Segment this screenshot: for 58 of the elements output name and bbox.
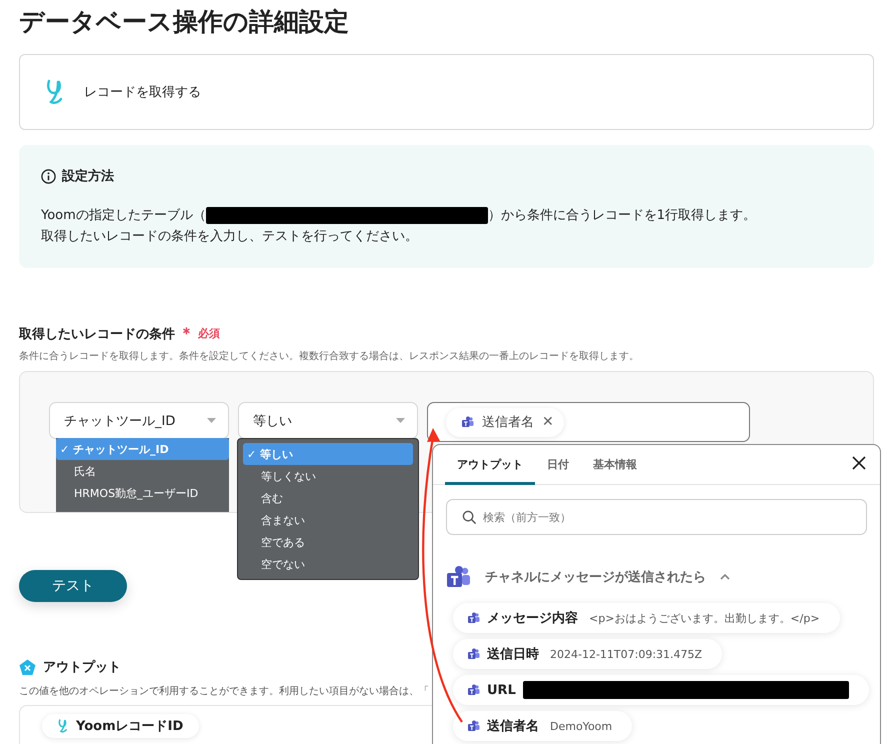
field-select[interactable]: チャットツール_ID (49, 402, 229, 439)
test-button[interactable]: テスト (19, 570, 127, 602)
output-variable-item[interactable]: 送信者名 DemoYoom (453, 711, 632, 741)
value-field[interactable]: 送信者名 ✕ (427, 402, 750, 442)
dropdown-option[interactable]: 含む (243, 487, 413, 509)
teams-icon (447, 565, 471, 589)
required-text: 必須 (198, 326, 220, 341)
chevron-up-icon[interactable] (720, 574, 730, 580)
variable-value: <p>おはようございます。出勤します。</p> (589, 610, 820, 626)
info-icon (41, 168, 56, 184)
condition-label: 取得したいレコードの条件 (19, 326, 175, 342)
logo-icon (46, 79, 64, 105)
dropdown-option[interactable]: 氏名 (56, 460, 229, 482)
teams-icon (468, 720, 480, 732)
remove-tag-button[interactable]: ✕ (542, 414, 554, 430)
variable-name: URL (487, 682, 516, 698)
page-title: データベース操作の詳細設定 (19, 6, 350, 38)
output-item[interactable]: YoomレコードID (42, 714, 200, 738)
required-mark: ＊ (179, 324, 194, 343)
dropdown-option[interactable]: 等しくない (243, 465, 413, 487)
teams-icon (462, 416, 474, 428)
teams-icon (468, 684, 480, 696)
action-label: レコードを取得する (84, 84, 201, 101)
output-icon (19, 658, 36, 676)
teams-icon (468, 648, 480, 660)
dropdown-option[interactable]: HRMOS勤怠_ユーザーID (56, 482, 229, 504)
condition-description: 条件に合うレコードを取得します。条件を設定してください。複数行合致する場合は、レスポンス結果の一番上のレコードを取得します。 (19, 350, 640, 363)
variable-value: DemoYoom (550, 720, 612, 732)
output-description: この値を他のオペレーションで利用することができます。利用したい項目がない場合は、「 (19, 684, 429, 698)
info-text: Yoomの指定したテーブル（ (41, 207, 206, 225)
info-heading: 設定方法 (62, 168, 114, 185)
picker-tab[interactable]: アウトプット (445, 457, 535, 485)
info-text: ）から条件に合うレコードを1行取得します。 (488, 207, 756, 225)
variable-name: 送信日時 (487, 646, 539, 663)
dropdown-option[interactable]: 空でない (243, 553, 413, 575)
search-input[interactable]: 検索（前方一致） (481, 510, 841, 524)
output-variable-item[interactable]: メッセージ内容 <p>おはようございます。出勤します。</p> (453, 603, 840, 633)
close-icon (851, 455, 867, 471)
variable-value: 2024-12-11T07:09:31.475Z (550, 648, 702, 660)
variable-name: 送信者名 (487, 718, 539, 735)
search-icon (462, 510, 477, 524)
logo-icon (58, 719, 68, 733)
picker-tab[interactable]: 基本情報 (581, 457, 649, 485)
info-text: 取得したいレコードの条件を入力し、テストを行ってください。 (41, 228, 419, 246)
tag-label: 送信者名 (482, 414, 534, 431)
caret-icon (207, 418, 216, 423)
picker-tab[interactable]: 日付 (535, 457, 581, 485)
caret-icon (396, 418, 405, 423)
group-title[interactable]: チャネルにメッセージが送信されたら (485, 568, 706, 586)
operator-select[interactable]: 等しい (238, 402, 418, 439)
teams-icon (468, 612, 480, 624)
output-variable-item[interactable]: 送信日時 2024-12-11T07:09:31.475Z (453, 639, 722, 669)
dropdown-option[interactable]: 含まない (243, 509, 413, 531)
output-heading: アウトプット (43, 658, 121, 676)
output-variable-item[interactable]: URL (453, 675, 869, 705)
search-field[interactable]: 検索（前方一致） (446, 499, 867, 535)
dropdown-option[interactable]: 空である (243, 531, 413, 553)
variable-name: メッセージ内容 (487, 610, 578, 627)
